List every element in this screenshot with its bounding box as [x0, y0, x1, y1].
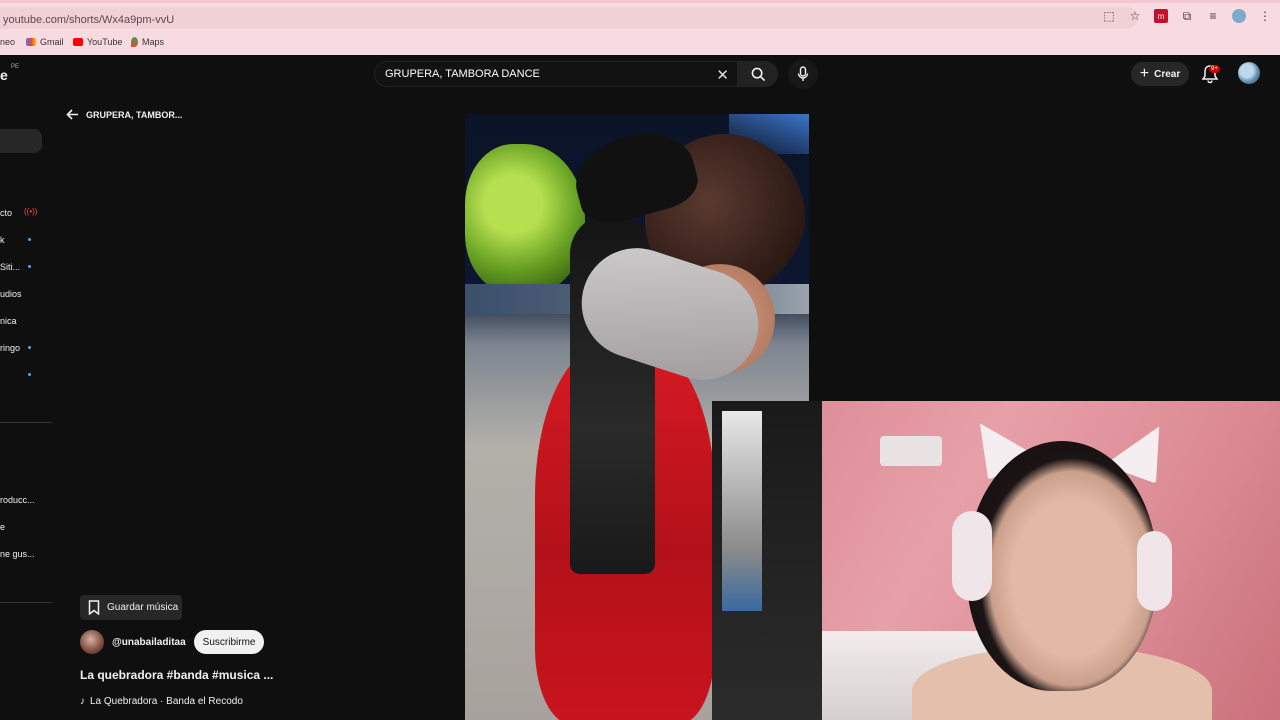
gmail-icon [26, 38, 36, 46]
voice-search-button[interactable] [788, 59, 818, 89]
music-label: La Quebradora · Banda el Recodo [90, 696, 243, 707]
headphone-cup-right [1137, 531, 1172, 611]
sidebar-item[interactable]: ne gus... [0, 549, 35, 559]
create-button[interactable]: + Crear [1131, 62, 1189, 86]
sidebar-item[interactable]: ringo [0, 343, 20, 353]
channel-handle[interactable]: @unabailaditaa [112, 637, 186, 648]
sidebar-divider [0, 422, 52, 423]
sidebar-divider [0, 602, 52, 603]
arrow-left-icon [66, 109, 78, 120]
search-input[interactable]: GRUPERA, TAMBORA DANCE ✕ [374, 61, 738, 87]
save-music-label: Guardar música [107, 602, 179, 613]
sidebar-item[interactable]: cto [0, 208, 12, 218]
profile-icon[interactable] [1232, 9, 1246, 23]
music-link[interactable]: ♪ La Quebradora · Banda el Recodo [80, 696, 243, 707]
region-code: PE [11, 64, 20, 70]
bookmark-label: YouTube [87, 37, 123, 47]
new-content-dot [28, 238, 31, 241]
sidebar-active-item[interactable] [0, 129, 42, 153]
bookmark-label: Maps [142, 37, 165, 47]
sidebar: cto ((•)) k Siti... udios nica ringo rod… [0, 95, 52, 720]
bookmark-maps[interactable]: Maps [131, 37, 164, 47]
channel-row: @unabailaditaa Suscribirme [80, 630, 265, 654]
media-icon[interactable]: ≡ [1206, 9, 1220, 23]
youtube-icon [73, 38, 83, 46]
short-title[interactable]: La quebradora #banda #musica ... [80, 668, 273, 682]
create-label: Crear [1154, 68, 1181, 80]
bookmark-gmail[interactable]: Gmail [26, 37, 64, 47]
webcam-person-head [967, 441, 1157, 691]
sidebar-item[interactable]: Siti... [0, 262, 20, 272]
browser-toolbar: youtube.com/shorts/Wx4a9pm-vvU ⬚ ☆ m ⧉ ≡… [0, 0, 1280, 31]
bookmark-icon [88, 600, 100, 615]
url-text[interactable]: youtube.com/shorts/Wx4a9pm-vvU [3, 14, 174, 26]
browser-actions: ⬚ ☆ m ⧉ ≡ ⋮ [1102, 9, 1272, 23]
subscribe-button[interactable]: Suscribirme [193, 630, 265, 654]
headphone-cup-left [952, 511, 992, 601]
maps-icon [131, 37, 138, 47]
back-to-results[interactable]: GRUPERA, TAMBOR... [66, 109, 182, 120]
search-query[interactable]: GRUPERA, TAMBORA DANCE [385, 68, 540, 80]
webcam-hanging-clothes [722, 411, 762, 611]
save-music-button[interactable]: Guardar música [80, 595, 182, 620]
sidebar-item[interactable]: udios [0, 289, 22, 299]
webcam-overlay [712, 401, 1280, 720]
notification-badge: 9+ [1209, 65, 1220, 73]
extension-m-icon[interactable]: m [1154, 9, 1168, 23]
sidebar-item[interactable]: k [0, 235, 5, 245]
bookmark-youtube[interactable]: YouTube [73, 37, 122, 47]
bookmarks-bar: neo Gmail YouTube Maps [0, 31, 1280, 55]
new-content-dot [28, 346, 31, 349]
youtube-header: e PE GRUPERA, TAMBORA DANCE ✕ + Crear [0, 55, 1280, 95]
account-avatar[interactable] [1238, 62, 1260, 84]
new-content-dot [28, 373, 31, 376]
sidebar-item[interactable]: nica [0, 316, 17, 326]
clear-search-icon[interactable]: ✕ [716, 66, 729, 84]
live-icon: ((•)) [24, 207, 38, 216]
youtube-logo[interactable]: e [0, 67, 8, 83]
sidebar-item[interactable]: e [0, 522, 5, 532]
search-button[interactable] [738, 61, 778, 87]
bookmark-label: Gmail [40, 37, 64, 47]
sidebar-item[interactable]: roducc... [0, 495, 35, 505]
install-app-icon[interactable]: ⬚ [1102, 9, 1116, 23]
webcam-shelf [880, 436, 942, 466]
star-icon[interactable]: ☆ [1128, 9, 1142, 23]
plus-icon: + [1139, 65, 1150, 82]
bookmark-neo[interactable]: neo [0, 37, 15, 47]
back-label: GRUPERA, TAMBOR... [86, 109, 183, 120]
microphone-icon [797, 66, 809, 81]
bookmark-label: neo [0, 37, 16, 47]
address-bar[interactable]: youtube.com/shorts/Wx4a9pm-vvU [0, 7, 1138, 29]
channel-avatar[interactable] [80, 630, 104, 654]
search-icon [751, 67, 765, 81]
music-note-icon: ♪ [80, 696, 85, 707]
menu-icon[interactable]: ⋮ [1258, 9, 1272, 23]
video-tree [465, 144, 585, 294]
new-content-dot [28, 265, 31, 268]
puzzle-icon[interactable]: ⧉ [1180, 9, 1194, 23]
